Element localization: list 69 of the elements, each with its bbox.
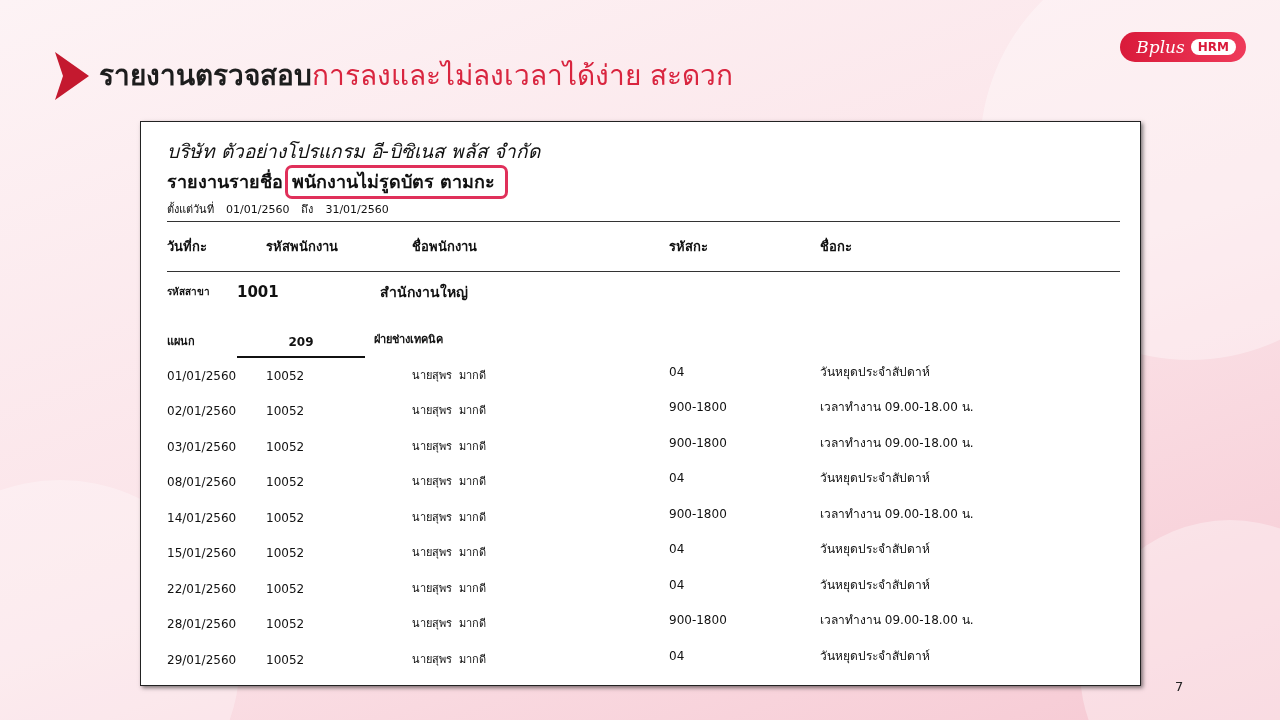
table-cell-text: 10052 [266,474,306,491]
table-cell-text: 01/01/2560 [167,367,238,384]
branch-name: สำนักงานใหญ่ [380,282,468,302]
table-cell-text: 04 [669,647,686,664]
column-header: ชื่อพนักงาน [412,238,478,255]
table-cell-text: วันหยุดประจำสัปดาห์ [820,647,931,664]
department-code: 209 [237,334,365,358]
report-title: รายงานรายชื่อ [167,170,283,194]
table-cell-text: 10052 [266,545,306,562]
table-cell-text: เวลาทำงาน 09.00-18.00 น. [820,399,975,416]
table-cell-text: 900-1800 [669,399,728,416]
table-cell-text: เวลาทำงาน 09.00-18.00 น. [820,434,975,451]
table-cell-text: 03/01/2560 [167,438,238,455]
table-cell-text: นายสุพร มากดี [412,438,487,455]
table-cell-text: 10052 [266,403,306,420]
table-cell-text: 10052 [266,509,306,526]
table-cell-text: นายสุพร มากดี [412,616,487,633]
table-cell-text: 28/01/2560 [167,616,238,633]
table-cell-text: 04 [669,470,686,487]
table-cell-text: นายสุพร มากดี [412,403,487,420]
date-range-text: ตั้งแต่วันที่ [167,200,214,218]
table-cell-text: นายสุพร มากดี [412,580,487,597]
branch-code: 1001 [237,282,280,302]
logo-badge: HRM [1190,39,1236,55]
column-header: วันที่กะ [167,238,208,255]
column-header: รหัสพนักงาน [266,238,339,255]
table-cell-text: 22/01/2560 [167,580,238,597]
branch-label: รหัสสาขา [167,285,211,299]
table-cell-text: 15/01/2560 [167,545,238,562]
table-cell-text: 10052 [266,616,306,633]
table-cell-text: 08/01/2560 [167,474,238,491]
table-cell-text: 04 [669,363,686,380]
table-cell-text: เวลาทำงาน 09.00-18.00 น. [820,612,975,629]
highlighted-title: พนักงานไม่รูดบัตร ตามกะ [285,165,509,199]
column-header: รหัสกะ [669,238,709,255]
column-header: ชื่อกะ [820,238,853,255]
chevron-icon [55,52,89,100]
table-cell-text: 900-1800 [669,505,728,522]
slide-title: รายงานตรวจสอบ [99,58,312,94]
table-cell-text: 04 [669,576,686,593]
company-name: บริษัท ตัวอย่างโปรแกรม อี-บิซิเนส พลัส จำกัด [167,139,542,164]
table-cell-text: นายสุพร มากดี [412,367,487,384]
slide-subtitle: การลงและไม่ลงเวลาได้ง่าย สะดวก [312,58,733,94]
table-cell-text: วันหยุดประจำสัปดาห์ [820,470,931,487]
department-name: ฝ่ายช่างเทคนิค [374,332,443,348]
table-cell-text: 900-1800 [669,612,728,629]
table-cell-text: 10052 [266,651,306,668]
table-cell-text: วันหยุดประจำสัปดาห์ [820,363,931,380]
table-cell-text: นายสุพร มากดี [412,509,487,526]
date-range-text: ถึง [301,202,314,218]
date-range-text: 31/01/2560 [325,202,389,218]
table-cell-text: เวลาทำงาน 09.00-18.00 น. [820,505,975,522]
page-number: 7 [1175,679,1184,694]
table-cell-text: 900-1800 [669,434,728,451]
logo-brand: Bplus [1136,37,1185,57]
table-cell-text: 02/01/2560 [167,403,238,420]
table-cell-text: นายสุพร มากดี [412,474,487,491]
table-cell-text: วันหยุดประจำสัปดาห์ [820,576,931,593]
table-cell-text: 04 [669,541,686,558]
table-cell-text: 10052 [266,438,306,455]
table-cell-text: 10052 [266,367,306,384]
table-cell-text: นายสุพร มากดี [412,651,487,668]
table-cell-text: วันหยุดประจำสัปดาห์ [820,541,931,558]
date-range-text: 01/01/2560 [226,202,290,218]
table-cell-text: นายสุพร มากดี [412,545,487,562]
table-cell-text: 10052 [266,580,306,597]
table-cell-text: 14/01/2560 [167,509,238,526]
department-label: แผนก [167,334,196,350]
table-cell-text: 29/01/2560 [167,651,238,668]
